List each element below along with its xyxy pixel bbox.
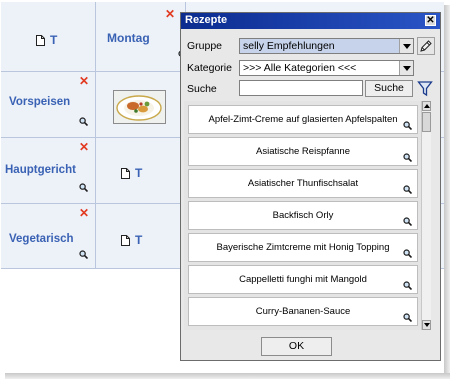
remove-row-icon[interactable]: ✕	[79, 141, 89, 153]
recipe-name: Asiatischer Thunfischsalat	[247, 178, 359, 189]
chevron-down-icon[interactable]	[399, 39, 413, 53]
magnifier-icon[interactable]	[403, 185, 412, 194]
remove-row-icon[interactable]: ✕	[79, 75, 89, 87]
recipe-text-entry[interactable]: T	[121, 166, 142, 180]
search-input[interactable]	[239, 80, 363, 96]
window-shadow	[5, 373, 450, 379]
group-select-value: selly Empfehlungen	[243, 40, 335, 52]
search-label: Suche	[187, 83, 217, 95]
scroll-down-arrow-icon[interactable]	[422, 320, 431, 330]
text-icon: T	[50, 33, 58, 47]
recipe-dialog: Rezepte ✕ Gruppe selly Empfehlungen Kate…	[180, 12, 441, 361]
scroll-thumb[interactable]	[422, 112, 431, 132]
search-button[interactable]: Suche	[365, 80, 413, 97]
close-button[interactable]: ✕	[425, 15, 436, 26]
magnifier-icon[interactable]	[403, 281, 412, 290]
remove-day-icon[interactable]: ✕	[165, 8, 175, 20]
list-item[interactable]: Apfel-Zimt-Creme auf glasierten Apfelspa…	[188, 105, 418, 134]
row-label-hauptgericht: Hauptgericht	[5, 164, 76, 176]
window-shadow	[444, 5, 450, 376]
magnifier-icon[interactable]	[403, 217, 412, 226]
magnifier-icon[interactable]	[403, 121, 412, 130]
row-label-vorspeisen: Vorspeisen	[9, 96, 71, 108]
recipe-name: Apfel-Zimt-Creme auf glasierten Apfelspa…	[208, 114, 398, 125]
magnifier-icon[interactable]	[403, 153, 412, 162]
magnifier-icon[interactable]	[403, 249, 412, 258]
document-icon	[121, 167, 130, 179]
recipe-list-scrollbar[interactable]	[421, 101, 431, 330]
list-item[interactable]: Bayerische Zimtcreme mit Honig Topping	[188, 233, 418, 262]
group-label: Gruppe	[187, 40, 223, 52]
row-label-vegetarisch: Vegetarisch	[9, 233, 74, 245]
list-item[interactable]: Backfisch Orly	[188, 201, 418, 230]
list-item[interactable]: Asiatischer Thunfischsalat	[188, 169, 418, 198]
text-icon: T	[135, 233, 143, 247]
recipe-name: Bayerische Zimtcreme mit Honig Topping	[216, 242, 390, 253]
list-item[interactable]: Asiatische Reispfanne	[188, 137, 418, 166]
ok-button[interactable]: OK	[261, 337, 332, 356]
day-header-montag: Montag	[107, 31, 150, 45]
magnifier-icon[interactable]	[79, 183, 88, 192]
pencil-icon	[420, 40, 432, 52]
recipe-name: Cappelletti funghi mit Mangold	[239, 274, 367, 285]
filter-icon[interactable]	[417, 80, 433, 97]
category-select[interactable]: >>> Alle Kategorien <<<	[239, 60, 414, 76]
recipe-name: Backfisch Orly	[272, 210, 334, 221]
recipe-name: Asiatische Reispfanne	[256, 146, 350, 157]
food-plate-image	[114, 91, 165, 123]
magnifier-icon[interactable]	[79, 250, 88, 259]
category-select-value: >>> Alle Kategorien <<<	[243, 62, 357, 74]
recipe-text-entry[interactable]: T	[36, 33, 57, 47]
remove-row-icon[interactable]: ✕	[79, 207, 89, 219]
recipe-name: Curry-Bananen-Sauce	[255, 306, 351, 317]
dialog-titlebar[interactable]: Rezepte ✕	[181, 13, 440, 29]
recipe-photo-thumbnail[interactable]	[113, 90, 166, 124]
group-select[interactable]: selly Empfehlungen	[239, 38, 414, 54]
magnifier-icon[interactable]	[79, 117, 88, 126]
list-item[interactable]: Curry-Bananen-Sauce	[188, 297, 418, 326]
list-item[interactable]: Cappelletti funghi mit Mangold	[188, 265, 418, 294]
recipe-list: Apfel-Zimt-Creme auf glasierten Apfelspa…	[184, 101, 421, 330]
magnifier-icon[interactable]	[403, 313, 412, 322]
edit-group-button[interactable]	[417, 37, 435, 55]
category-label: Kategorie	[187, 62, 232, 74]
dialog-title: Rezepte	[185, 14, 228, 26]
recipe-text-entry[interactable]: T	[121, 233, 142, 247]
scroll-up-arrow-icon[interactable]	[422, 101, 431, 111]
document-icon	[121, 234, 130, 246]
chevron-down-icon[interactable]	[399, 61, 413, 75]
document-icon	[36, 34, 45, 46]
text-icon: T	[135, 166, 143, 180]
